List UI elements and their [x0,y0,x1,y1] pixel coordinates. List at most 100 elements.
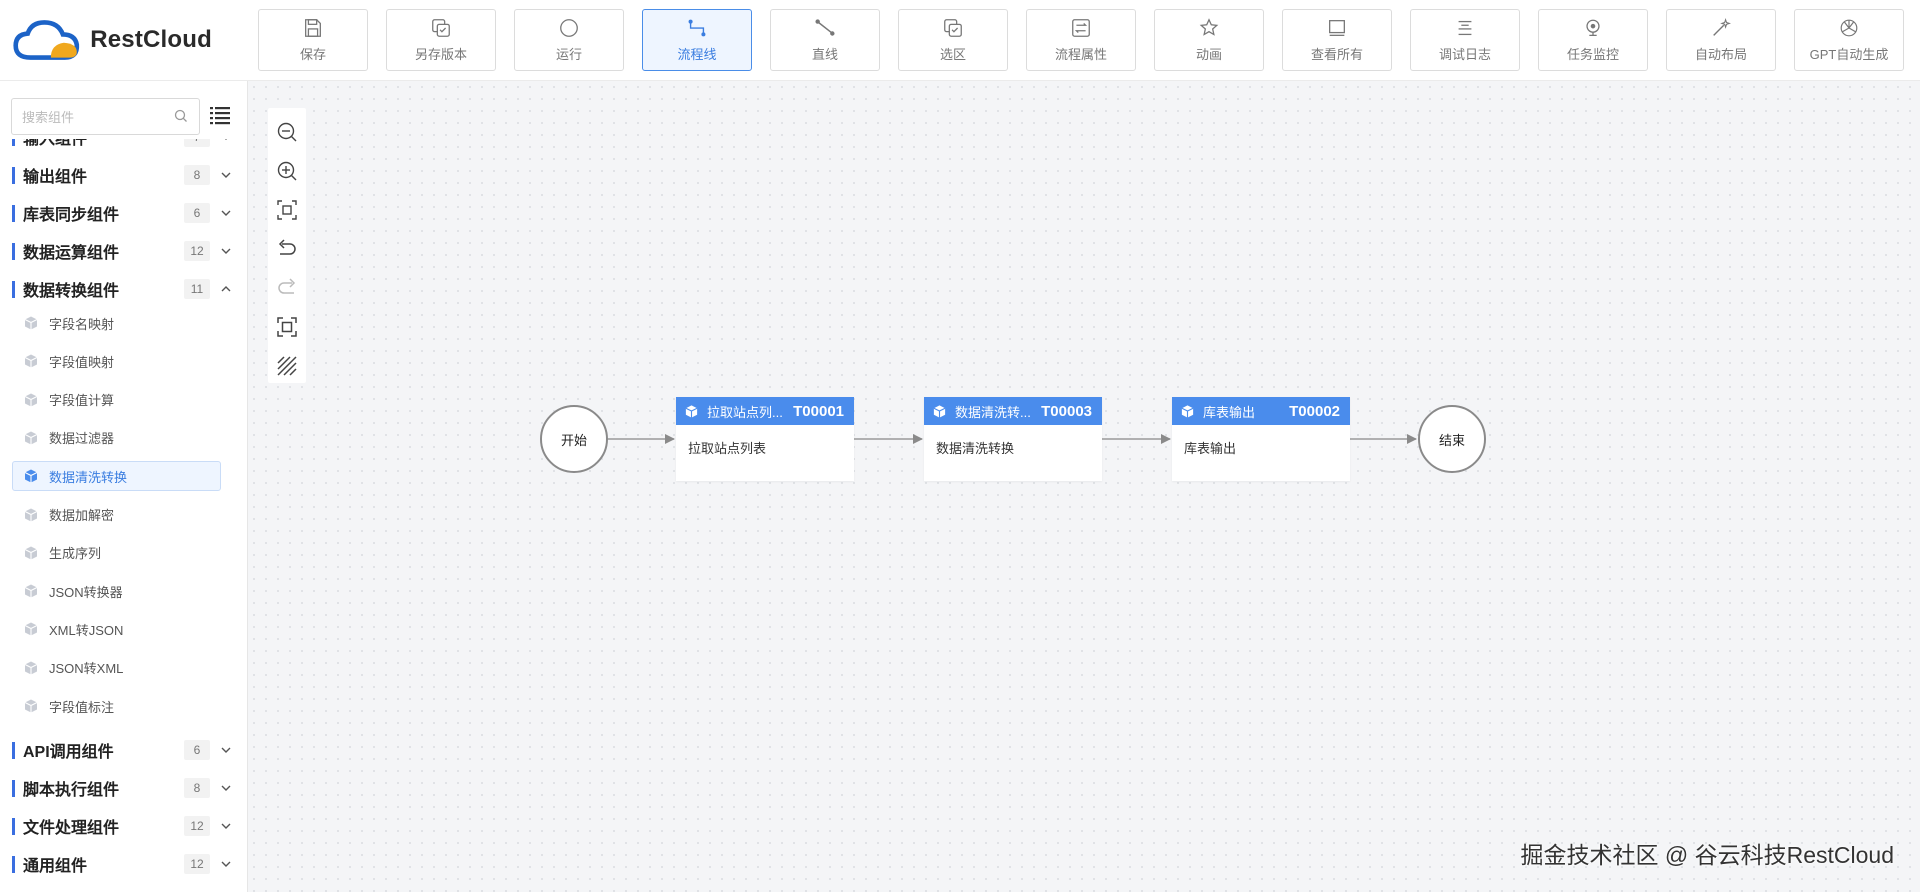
toolbar-button[interactable]: 自动布局 [1666,9,1776,71]
cube-icon [685,404,698,418]
debug-log-icon [1458,20,1472,36]
toolbar-button-label: 直线 [811,47,838,62]
toolbar-button[interactable]: 流程属性 [1026,9,1136,71]
group-name: 文件处理组件 [23,820,120,838]
task-node[interactable]: 拉取站点列... T00001 拉取站点列表 [676,397,854,481]
cube-icon [24,546,38,560]
component-group[interactable]: 文件处理组件 12 [12,811,236,841]
task-node-id: T00002 [1289,402,1340,420]
component-group[interactable]: 数据转换组件 11 [12,274,236,304]
chevron-down-icon[interactable] [220,782,232,794]
watermark: 掘金技术社区 @ 谷云科技RestCloud [1520,842,1894,868]
task-node-header: 数据清洗转... T00003 [924,397,1102,425]
component-item[interactable]: 生成序列 [12,538,221,568]
chevron-down-icon[interactable] [220,139,232,143]
copy-version-icon [432,19,450,37]
group-name: 库表同步组件 [23,207,120,224]
toolbar-button-label: 运行 [555,47,582,62]
cube-icon [24,584,38,598]
cube-icon [24,508,38,521]
group-marker [12,855,15,873]
task-node[interactable]: 库表输出 T00002 库表输出 [1172,397,1350,481]
view-all-icon [1329,20,1345,36]
search-input[interactable] [22,107,172,127]
cube-icon [24,354,38,368]
toolbar-button[interactable]: 保存 [258,9,368,71]
flow-canvas[interactable]: 开始 拉取站点列... T00001 拉取站点列表 数据清洗转... T0000… [248,81,1920,892]
save-icon [305,19,321,37]
group-name: 数据转换组件 [23,283,120,300]
group-count-badge: 12 [184,854,210,875]
end-node[interactable]: 结束 [1418,405,1486,473]
task-node[interactable]: 数据清洗转... T00003 数据清洗转换 [924,397,1102,481]
component-item-label: 字段值标注 [49,699,115,715]
toolbar-button[interactable]: 直线 [770,9,880,71]
component-item-label: 数据过滤器 [49,431,115,447]
component-item[interactable]: 字段值标注 [12,691,221,721]
chevron-down-icon[interactable] [220,744,232,756]
group-count-badge: 12 [184,241,210,261]
chevron-up-icon[interactable] [220,283,232,295]
end-node-label: 结束 [1438,432,1465,448]
chevron-down-icon[interactable] [220,858,232,870]
component-group[interactable]: 脚本执行组件 8 [12,773,236,803]
cube-icon [933,404,946,418]
start-node[interactable]: 开始 [540,405,608,473]
toolbar-button[interactable]: 另存版本 [386,9,496,71]
component-item[interactable]: 字段值映射 [12,346,221,376]
group-count-badge: 8 [184,165,210,185]
component-item[interactable]: 数据清洗转换 [12,461,221,492]
toolbar-button[interactable]: 流程线 [642,9,752,71]
group-count-badge: 6 [184,203,210,223]
toolbar-button[interactable]: 调试日志 [1410,9,1520,71]
group-count-badge: 6 [184,740,210,761]
run-icon [560,19,578,37]
straight-line-icon [815,19,835,36]
toolbar-button[interactable]: 动画 [1154,9,1264,71]
task-node-body: 库表输出 [1184,441,1237,456]
component-group[interactable]: 库表同步组件 6 [12,198,236,228]
toolbar-button-label: GPT自动生成 [1809,47,1889,62]
group-count-badge: 12 [184,816,210,837]
task-node-name: 数据清洗转... [955,404,1031,420]
logo: RestCloud [12,14,212,66]
flow-connectors [574,434,1417,444]
component-group[interactable]: 输入组件 7 [12,139,236,152]
component-group[interactable]: 输出组件 8 [12,160,236,190]
component-item[interactable]: 数据过滤器 [12,423,221,453]
component-group[interactable]: 数据运算组件 12 [12,236,236,266]
component-item[interactable]: 数据加解密 [12,500,221,530]
gpt-icon [1840,19,1858,37]
component-item[interactable]: XML转JSON [12,614,221,644]
toolbar-button-label: 任务监控 [1566,47,1619,62]
component-group[interactable]: 通用组件 12 [12,849,236,879]
chevron-down-icon[interactable] [220,207,232,219]
chevron-down-icon[interactable] [220,169,232,181]
chevron-down-icon[interactable] [220,820,232,832]
component-item[interactable]: JSON转换器 [12,576,221,606]
search-icon[interactable] [173,108,189,124]
toolbar-button-label: 调试日志 [1438,47,1491,62]
component-item-label: 数据清洗转换 [49,469,128,485]
group-marker [12,166,15,184]
component-item-label: 字段值计算 [49,393,115,409]
toolbar-button[interactable]: 查看所有 [1282,9,1392,71]
auto-layout-icon [1713,18,1731,36]
toolbar-button[interactable]: 任务监控 [1538,9,1648,71]
toolbar-button-label: 保存 [299,47,326,62]
component-item[interactable]: 字段名映射 [12,308,221,338]
component-item[interactable]: JSON转XML [12,653,221,683]
cube-icon [1181,404,1194,418]
toolbar-button[interactable]: 运行 [514,9,624,71]
group-name: 脚本执行组件 [23,782,120,800]
toolbar-button[interactable]: GPT自动生成 [1794,9,1904,71]
task-node-header: 拉取站点列... T00001 [676,397,854,425]
component-group[interactable]: API调用组件 6 [12,735,236,765]
chevron-down-icon[interactable] [220,245,232,257]
list-view-icon[interactable] [208,103,232,127]
group-count-badge: 7 [184,139,210,147]
toolbar-button[interactable]: 选区 [898,9,1008,71]
component-item[interactable]: 字段值计算 [12,385,221,415]
flow-properties-icon [1072,19,1090,37]
select-area-icon [944,19,962,37]
